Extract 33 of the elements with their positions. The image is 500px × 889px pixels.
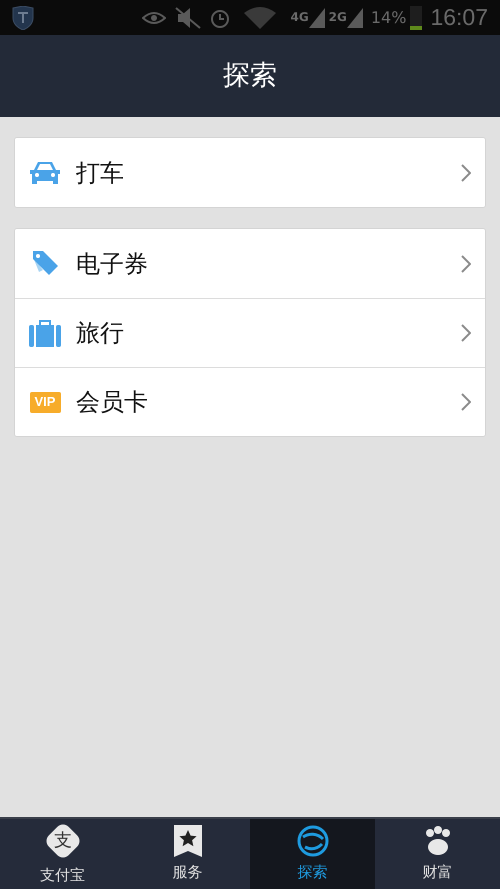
- tab[interactable]: 支 支付宝: [0, 819, 125, 889]
- network-type: 4G: [290, 8, 309, 26]
- chevron-right-icon: [461, 164, 471, 182]
- shield-icon: [12, 6, 34, 30]
- menu-item-label: 电子券: [76, 248, 149, 280]
- menu-item[interactable]: 打车: [15, 138, 485, 207]
- menu-item[interactable]: VIP 会员卡: [15, 367, 485, 436]
- tab[interactable]: 服务: [125, 819, 250, 889]
- mute-icon: [174, 6, 202, 28]
- page-title: 探索: [223, 58, 277, 93]
- chevron-right-icon: [461, 393, 471, 411]
- network-type: 2G: [328, 8, 347, 26]
- taxi-icon: [28, 160, 62, 186]
- suitcase-icon: [29, 319, 61, 347]
- signal-icon: [346, 8, 363, 28]
- menu-item[interactable]: 旅行: [15, 298, 485, 367]
- eye-icon: [142, 10, 166, 24]
- battery-icon: [410, 6, 422, 30]
- menu-item-label: 旅行: [76, 318, 125, 349]
- vip-badge: VIP: [30, 392, 60, 412]
- menu-item-label: 打车: [76, 158, 125, 188]
- menu-item-label: 会员卡: [76, 387, 149, 418]
- tab[interactable]: 财富: [375, 819, 500, 889]
- battery-percent: 14%: [370, 6, 406, 28]
- bookmark-star-icon: [174, 824, 202, 857]
- globe-icon: [296, 824, 328, 857]
- menu-item[interactable]: 电子券: [15, 229, 485, 298]
- clock: 16:07: [430, 3, 488, 32]
- signal-icon: [308, 8, 325, 28]
- wifi-icon: [242, 6, 278, 28]
- chevron-right-icon: [461, 254, 471, 272]
- tab[interactable]: 探索: [250, 819, 375, 889]
- chevron-right-icon: [461, 324, 471, 342]
